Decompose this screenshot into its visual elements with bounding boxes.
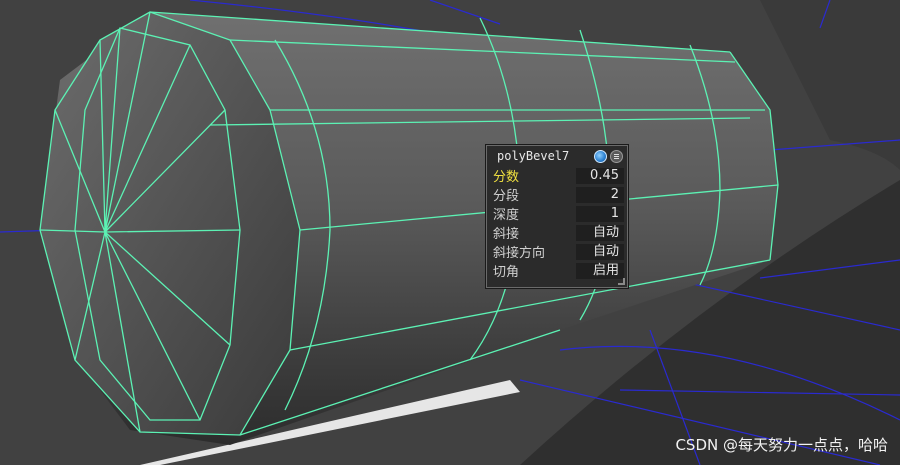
attr-row-mitering[interactable]: 斜接 自动: [490, 223, 624, 242]
attr-value-field[interactable]: 0.45: [576, 167, 624, 184]
attr-label[interactable]: 斜接: [490, 223, 576, 242]
node-name[interactable]: polyBevel7: [497, 149, 591, 163]
polybevel-hud-panel[interactable]: polyBevel7 分数 0.45 分段 2 深度 1 斜接 自动 斜接方向 …: [486, 145, 628, 288]
attr-value-field[interactable]: 自动: [576, 243, 624, 260]
scene-render: [0, 0, 900, 465]
resize-grip-icon[interactable]: [618, 278, 625, 285]
attr-row-chamfer[interactable]: 切角 启用: [490, 261, 624, 280]
attr-label[interactable]: 斜接方向: [490, 242, 576, 261]
globe-icon[interactable]: [594, 149, 607, 163]
maya-viewport[interactable]: [0, 0, 900, 465]
attr-value-field[interactable]: 自动: [576, 224, 624, 241]
attr-row-segments[interactable]: 分段 2: [490, 185, 624, 204]
attr-label[interactable]: 分段: [490, 185, 576, 204]
attr-row-depth[interactable]: 深度 1: [490, 204, 624, 223]
hud-title-bar: polyBevel7: [487, 146, 627, 166]
attr-row-miter-along[interactable]: 斜接方向 自动: [490, 242, 624, 261]
attr-value-field[interactable]: 1: [576, 205, 624, 222]
attr-label[interactable]: 深度: [490, 204, 576, 223]
menu-icon[interactable]: [610, 149, 623, 163]
attr-label[interactable]: 分数: [490, 166, 576, 185]
attr-row-fraction[interactable]: 分数 0.45: [490, 166, 624, 185]
attr-label[interactable]: 切角: [490, 261, 576, 280]
attr-value-field[interactable]: 启用: [576, 262, 624, 279]
watermark-text: CSDN @每天努力一点点，哈哈: [675, 436, 888, 454]
attr-value-field[interactable]: 2: [576, 186, 624, 203]
